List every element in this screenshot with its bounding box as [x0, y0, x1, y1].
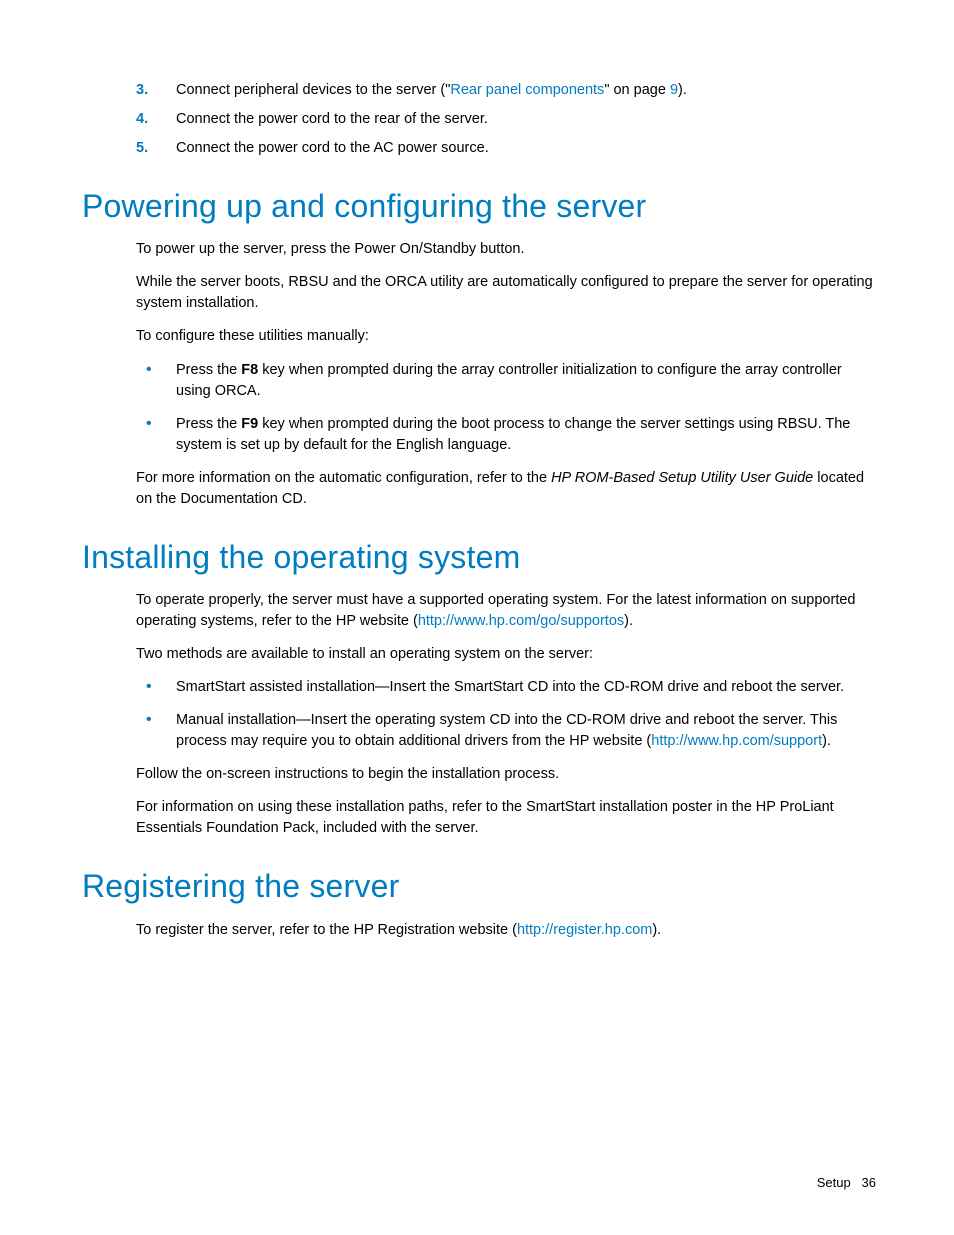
paragraph: Follow the on-screen instructions to beg…: [136, 764, 876, 785]
configure-list: Press the F8 key when prompted during th…: [136, 360, 876, 456]
paragraph: For more information on the automatic co…: [136, 468, 876, 510]
step-number: 5.: [136, 138, 164, 159]
continued-steps-list: 3. Connect peripheral devices to the ser…: [136, 80, 876, 159]
paragraph: To power up the server, press the Power …: [136, 239, 876, 260]
list-item: Press the F9 key when prompted during th…: [136, 414, 876, 456]
step-number: 4.: [136, 109, 164, 130]
paragraph: For information on using these installat…: [136, 797, 876, 839]
section-body: To operate properly, the server must hav…: [136, 590, 876, 839]
paragraph: Two methods are available to install an …: [136, 644, 876, 665]
register-link[interactable]: http://register.hp.com: [517, 922, 652, 938]
install-methods-list: SmartStart assisted installation—Insert …: [136, 677, 876, 752]
text-fragment: Press the: [176, 416, 241, 432]
paragraph: To register the server, refer to the HP …: [136, 920, 876, 941]
section-body: To register the server, refer to the HP …: [136, 920, 876, 941]
step-text: Connect peripheral devices to the server…: [176, 82, 687, 98]
text-fragment: key when prompted during the boot proces…: [176, 416, 850, 453]
paragraph: To configure these utilities manually:: [136, 326, 876, 347]
text-fragment: " on page: [604, 82, 670, 98]
paragraph: To operate properly, the server must hav…: [136, 590, 876, 632]
text-fragment: ).: [822, 733, 831, 749]
text-fragment: ).: [652, 922, 661, 938]
step-text: Connect the power cord to the AC power s…: [176, 140, 489, 156]
text-fragment: key when prompted during the array contr…: [176, 362, 842, 399]
text-fragment: For more information on the automatic co…: [136, 470, 551, 486]
heading-installing-os: Installing the operating system: [82, 534, 876, 580]
key-f8: F8: [241, 362, 258, 378]
heading-powering-up: Powering up and configuring the server: [82, 183, 876, 229]
list-item: Manual installation—Insert the operating…: [136, 710, 876, 752]
step-text: Connect the power cord to the rear of th…: [176, 111, 488, 127]
step-number: 3.: [136, 80, 164, 101]
section-body: To power up the server, press the Power …: [136, 239, 876, 509]
text-fragment: Connect peripheral devices to the server…: [176, 82, 450, 98]
guide-title: HP ROM-Based Setup Utility User Guide: [551, 470, 813, 486]
document-page: 3. Connect peripheral devices to the ser…: [0, 0, 954, 1235]
footer-section: Setup: [817, 1175, 851, 1190]
page-footer: Setup 36: [817, 1174, 876, 1193]
step-4: 4. Connect the power cord to the rear of…: [136, 109, 876, 130]
text-fragment: To register the server, refer to the HP …: [136, 922, 517, 938]
list-item: SmartStart assisted installation—Insert …: [136, 677, 876, 698]
heading-registering: Registering the server: [82, 863, 876, 909]
support-link[interactable]: http://www.hp.com/support: [651, 733, 822, 749]
step-5: 5. Connect the power cord to the AC powe…: [136, 138, 876, 159]
rear-panel-link[interactable]: Rear panel components: [450, 82, 604, 98]
paragraph: While the server boots, RBSU and the ORC…: [136, 272, 876, 314]
page-ref-link[interactable]: 9: [670, 82, 678, 98]
key-f9: F9: [241, 416, 258, 432]
text-fragment: Press the: [176, 362, 241, 378]
supportos-link[interactable]: http://www.hp.com/go/supportos: [418, 613, 624, 629]
step-3: 3. Connect peripheral devices to the ser…: [136, 80, 876, 101]
list-item: Press the F8 key when prompted during th…: [136, 360, 876, 402]
text-fragment: ).: [624, 613, 633, 629]
text-fragment: ).: [678, 82, 687, 98]
footer-page-number: 36: [862, 1175, 876, 1190]
